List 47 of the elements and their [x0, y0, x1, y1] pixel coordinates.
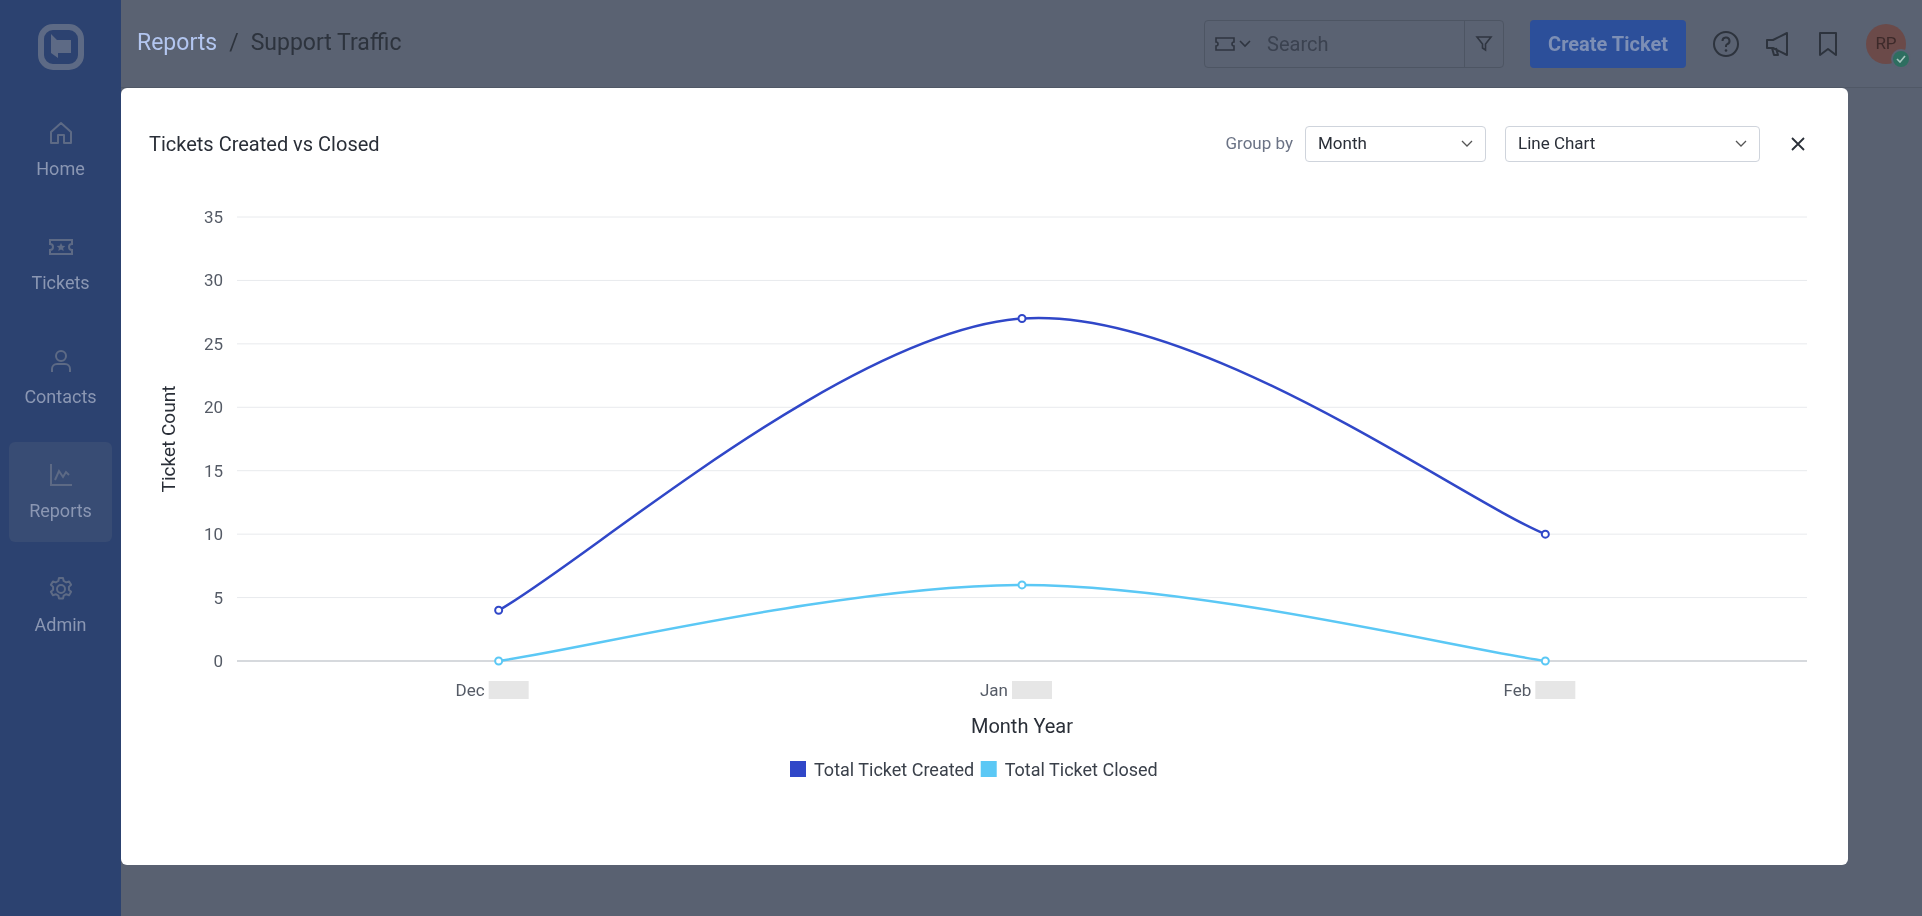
chart-type-dropdown[interactable]: Line Chart — [1505, 126, 1760, 162]
y-tick-label: 15 — [203, 460, 223, 481]
x-tick-label: Feb — [1503, 680, 1532, 700]
caret-icon[interactable] — [1239, 39, 1252, 48]
create-ticket-button[interactable]: Create Ticket — [1530, 19, 1686, 68]
chevron-down-icon — [1735, 140, 1747, 148]
data-point — [1540, 529, 1550, 539]
sidebar-item[interactable]: Contacts — [9, 328, 112, 428]
ticket-icon — [1215, 36, 1236, 51]
sidebar-item[interactable]: Admin — [9, 556, 112, 656]
redaction-block — [1535, 681, 1576, 699]
y-tick-label: 20 — [203, 397, 223, 418]
redaction-block — [488, 681, 529, 699]
group-by-dropdown[interactable]: Month — [1305, 126, 1486, 162]
chevron-down-icon — [1461, 140, 1473, 148]
x-axis-title: Month Year — [970, 714, 1074, 738]
breadcrumb-link[interactable]: Reports — [137, 26, 218, 61]
y-tick-label: 10 — [203, 524, 223, 545]
data-point — [494, 656, 504, 666]
y-tick-label: 5 — [213, 587, 223, 608]
data-point — [1540, 656, 1550, 666]
y-tick-label: 0 — [213, 651, 223, 671]
sidebar-item[interactable]: Tickets — [9, 214, 112, 314]
x-tick-label: Jan — [980, 680, 1008, 700]
redaction-block — [1012, 681, 1052, 699]
data-point — [1017, 580, 1027, 590]
bookmark-icon[interactable] — [1818, 30, 1838, 57]
group-by-label: Group by — [1225, 132, 1293, 156]
legend-swatch — [980, 761, 997, 777]
y-tick-label: 25 — [203, 333, 223, 354]
data-point — [494, 605, 504, 615]
y-axis-title: Ticket Count — [157, 385, 180, 493]
modal-title: Tickets Created vs Closed — [149, 131, 380, 158]
help-icon[interactable] — [1712, 29, 1740, 58]
filter-icon[interactable] — [1475, 34, 1494, 53]
sidebar-item[interactable]: Reports — [9, 442, 112, 542]
y-tick-label: 35 — [203, 207, 223, 227]
sidebar-item[interactable]: Home — [9, 100, 112, 200]
data-point — [1017, 314, 1027, 323]
legend-label[interactable]: Total Ticket Closed — [1004, 759, 1158, 780]
x-tick-label: Dec — [455, 680, 485, 700]
logo-icon[interactable] — [37, 24, 84, 70]
close-icon[interactable] — [1790, 136, 1806, 152]
y-tick-label: 30 — [203, 270, 223, 291]
legend-label[interactable]: Total Ticket Created — [814, 759, 975, 780]
legend-swatch — [790, 761, 806, 777]
breadcrumb-separator: / — [229, 28, 239, 59]
